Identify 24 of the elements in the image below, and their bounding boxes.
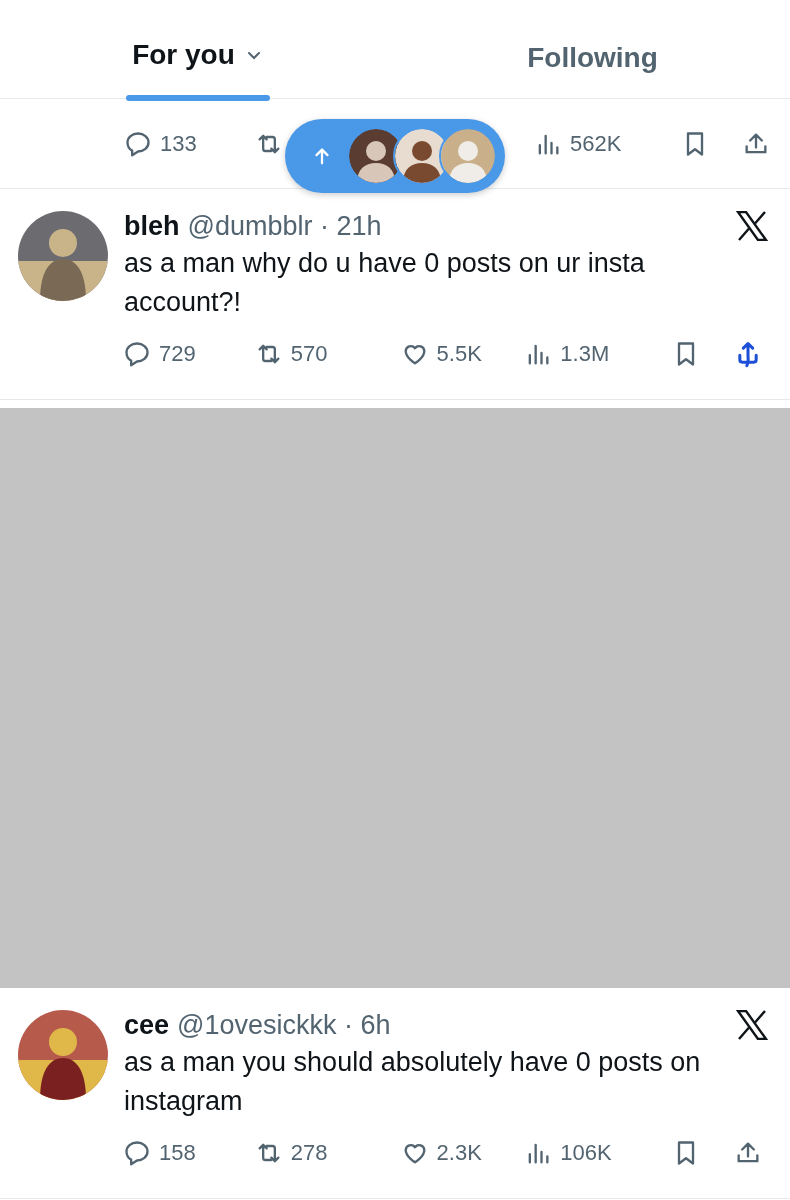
display-name: bleh: [124, 211, 180, 242]
views-count: 106K: [560, 1140, 612, 1166]
reply-count: 158: [159, 1140, 196, 1166]
new-posts-pill[interactable]: [285, 119, 505, 193]
views-count: 1.3M: [560, 341, 610, 367]
handle-time: @dumbblr · 21h: [187, 211, 382, 242]
repost-count: 570: [290, 341, 328, 367]
post-text: as a man why do u have 0 posts on ur insta account?!: [124, 247, 646, 319]
reply-count: 133: [160, 130, 197, 157]
like-count: 5.5K: [436, 341, 482, 367]
x-logo-icon: [736, 1010, 768, 1040]
display-name: cee: [124, 1010, 170, 1041]
views-count: 562K: [570, 130, 622, 157]
repost-count: 278: [290, 1140, 328, 1166]
like-count: 2.3K: [436, 1140, 482, 1166]
reply-icon: [123, 340, 151, 368]
feed-tab[interactable]: For you: [0, 0, 395, 98]
handle-time: @1ovesickkk · 6h: [177, 1010, 391, 1041]
post-text: as a man you should absolutely have 0 posts on instagram: [124, 1046, 702, 1118]
reply-icon: [123, 1139, 151, 1167]
feed-tab[interactable]: Following: [395, 0, 790, 98]
x-logo-icon: [736, 211, 768, 241]
reply-count: 729: [159, 341, 196, 367]
reply-icon: [124, 129, 152, 158]
